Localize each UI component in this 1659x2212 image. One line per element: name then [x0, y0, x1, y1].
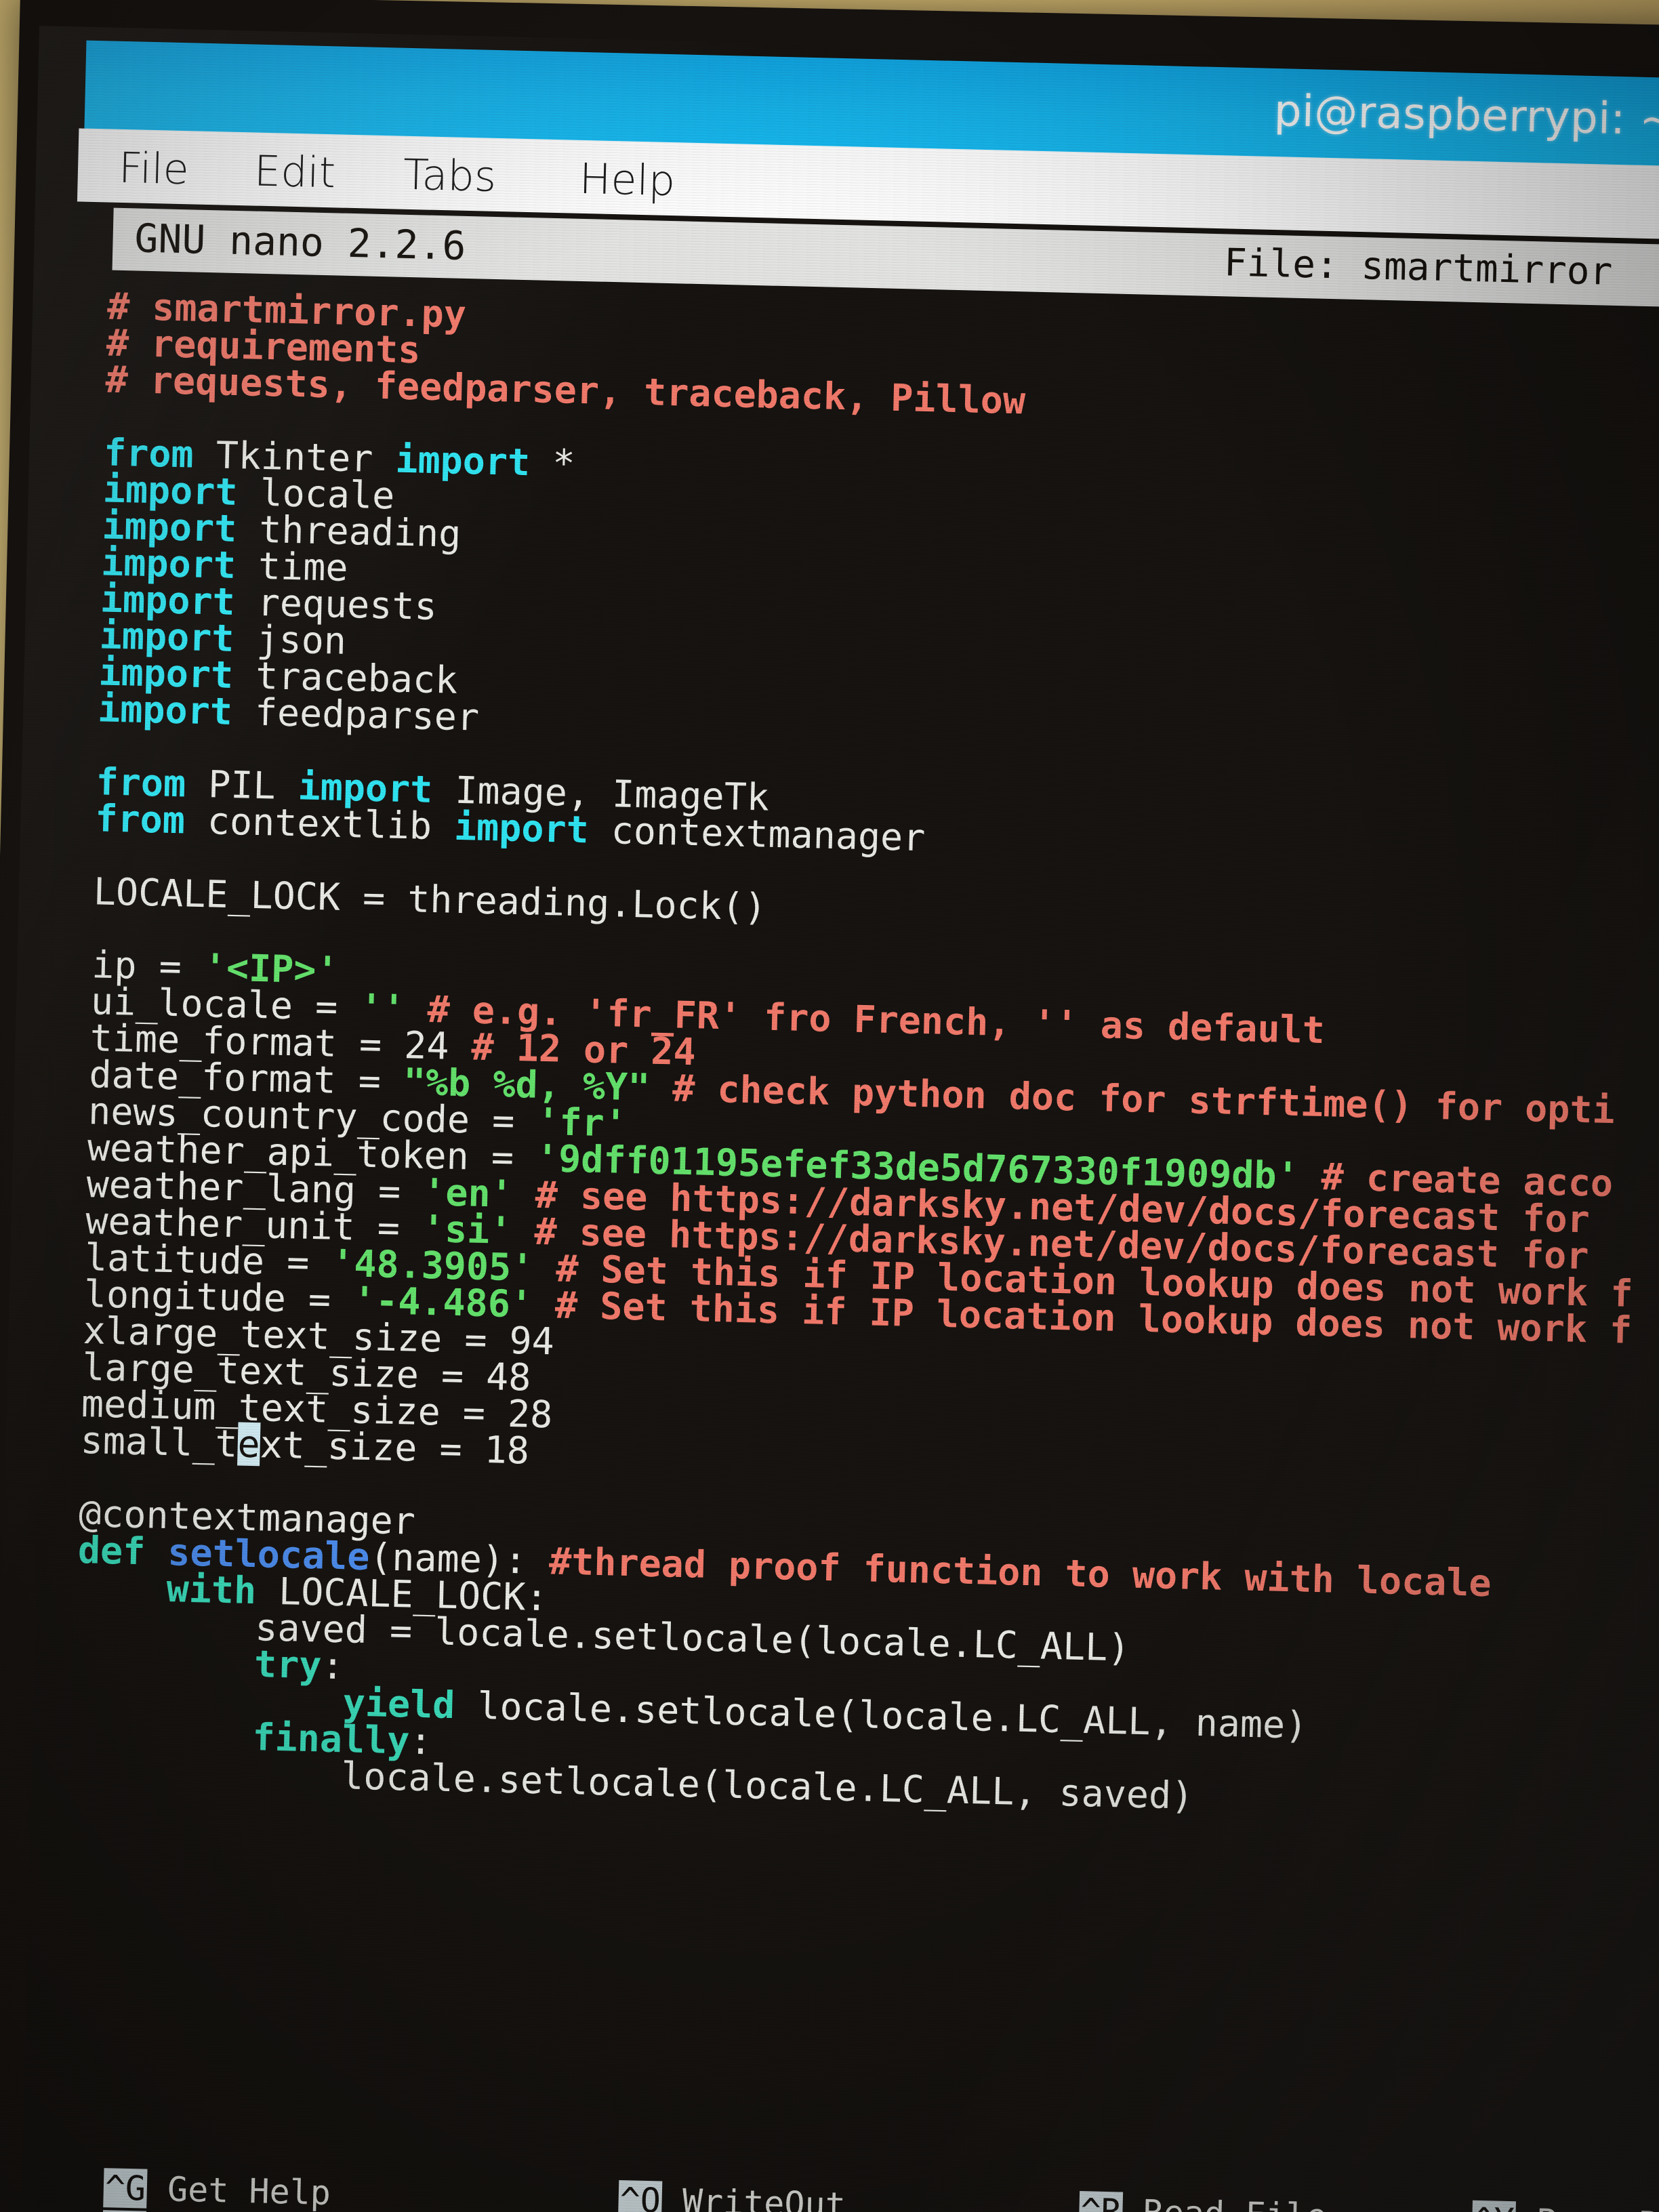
shortcut-key: ^G — [103, 2168, 148, 2209]
nano-file-label: File: smartmirror — [1223, 241, 1614, 294]
code-text-area[interactable]: # smartmirror.py # requirements # requests… — [23, 272, 1659, 2201]
code-token: : — [321, 1643, 345, 1688]
code-token: import — [394, 437, 531, 485]
code-token: * — [529, 441, 576, 485]
code-token: def — [77, 1528, 146, 1574]
menu-item-help[interactable]: Help — [579, 154, 676, 205]
code-token: import — [453, 804, 590, 852]
shortcut-writeout[interactable]: ^O WriteOut — [617, 2180, 846, 2212]
shortcut-label: Get Help — [146, 2169, 331, 2212]
code-token: try — [253, 1642, 323, 1687]
menu-item-edit[interactable]: Edit — [253, 146, 336, 198]
shortcut-label: Read File — [1122, 2192, 1327, 2212]
shortcut-key: ^Y — [1471, 2200, 1517, 2212]
shortcut-label: Prev Pag — [1515, 2201, 1659, 2212]
menu-item-tabs[interactable]: Tabs — [403, 150, 497, 201]
shortcut-key: ^O — [617, 2180, 663, 2212]
nano-editor: GNU nano 2.2.6 File: smartmirror # smart… — [21, 201, 1659, 2212]
shortcut-key: ^R — [1078, 2191, 1124, 2212]
shortcut-read-file[interactable]: ^R Read File — [1078, 2191, 1327, 2212]
text-cursor: e — [237, 1422, 261, 1467]
shortcut-label: WriteOut — [661, 2181, 846, 2212]
photograph-background: pi@raspberrypi: ~/D File Edit Tabs Help … — [0, 0, 1659, 2212]
window-title: pi@raspberrypi: ~/D — [1273, 85, 1659, 147]
shortcut-get-help[interactable]: ^G Get Help — [103, 2168, 331, 2212]
menu-item-file[interactable]: File — [118, 143, 189, 194]
shortcut-prev-pag[interactable]: ^Y Prev Pag — [1471, 2200, 1659, 2212]
nano-version-label: GNU nano 2.2.6 — [134, 215, 467, 269]
code-token: with — [165, 1567, 257, 1613]
screen: pi@raspberrypi: ~/D File Edit Tabs Help … — [0, 26, 1659, 2212]
